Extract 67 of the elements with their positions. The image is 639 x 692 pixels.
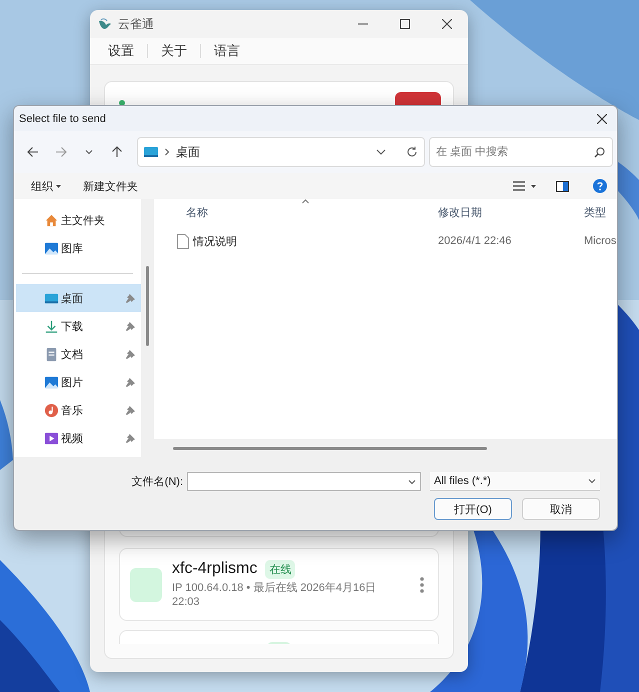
desktop-icon <box>144 146 158 158</box>
maximize-icon <box>400 19 410 29</box>
preview-pane-icon <box>556 180 569 192</box>
file-name[interactable]: 情况说明 <box>193 234 237 248</box>
file-icon <box>177 234 189 248</box>
toolbar-button[interactable]: 新建文件夹 <box>78 176 143 196</box>
sidebar-item[interactable]: 视频 <box>16 424 141 452</box>
search-field[interactable]: 在 桌面 中搜索 <box>429 137 613 167</box>
file-type: Micros <box>584 235 617 247</box>
sidebar-item[interactable]: 文档 <box>16 340 141 368</box>
dialog-button[interactable]: 取消 <box>522 498 600 520</box>
document-icon <box>44 346 59 362</box>
video-icon <box>44 430 59 446</box>
chevron-down-icon <box>588 477 596 485</box>
location-text: 桌面 <box>176 144 201 160</box>
scrollbar[interactable] <box>141 199 154 457</box>
menu-icon <box>513 181 525 191</box>
sidebar-item[interactable]: 图片 <box>16 368 141 396</box>
preview-pane-button[interactable] <box>556 180 569 192</box>
column-header[interactable]: 修改日期 <box>438 204 584 220</box>
device-details: IP 100.64.0.18 • 最后在线 2026年4月16日 22:03 <box>172 580 378 610</box>
device-name: xfc-4rplismc <box>172 560 258 578</box>
column-header[interactable]: 类型 <box>584 204 617 220</box>
filename-field[interactable] <box>187 472 421 491</box>
close-icon <box>597 114 607 124</box>
sidebar-item[interactable]: 主文件夹 <box>16 206 141 234</box>
refresh-icon[interactable] <box>406 146 418 158</box>
device-avatar <box>130 568 162 602</box>
dialog-button[interactable]: 打开(O) <box>434 498 512 520</box>
chevron-icon <box>164 148 170 156</box>
help-button[interactable] <box>593 179 607 193</box>
menu-item[interactable]: 设置 <box>104 42 138 60</box>
more-icon <box>418 576 426 594</box>
toolbar-button[interactable]: 组织 <box>26 176 66 196</box>
view-options-button[interactable] <box>531 184 536 188</box>
column-header[interactable]: 名称 <box>154 204 438 220</box>
address-bar[interactable]: 桌面 <box>137 137 425 167</box>
status-badge: 在线 <box>265 560 296 579</box>
bird-icon <box>98 17 112 31</box>
back-arrow-icon <box>27 146 39 158</box>
sidebar-item[interactable]: 桌面 <box>16 284 141 312</box>
sidebar-item[interactable]: 图库 <box>16 234 141 262</box>
sidebar-item[interactable]: 下载 <box>16 312 141 340</box>
filename-label: 文件名(N): <box>132 474 183 489</box>
picture-icon <box>44 374 59 390</box>
menu-item[interactable]: 关于 <box>157 42 191 60</box>
window-title: 云雀通 <box>118 16 155 32</box>
up-arrow-icon <box>111 146 123 158</box>
search-icon <box>594 147 605 158</box>
menu-item[interactable]: 语言 <box>210 42 244 60</box>
file-type-dropdown[interactable]: All files (*.*) <box>430 472 600 491</box>
caret-icon <box>531 184 536 188</box>
help-icon <box>593 179 607 193</box>
home-icon <box>44 212 59 228</box>
picture-icon <box>44 240 59 256</box>
music-icon <box>44 402 59 418</box>
sidebar-item[interactable]: 音乐 <box>16 396 141 424</box>
modified-date: 2026/4/1 22:46 <box>438 235 512 247</box>
chevron-down-icon <box>85 148 93 156</box>
view-button[interactable] <box>513 181 525 191</box>
close-icon <box>442 19 452 29</box>
download-icon <box>44 318 59 334</box>
forward-arrow-icon <box>55 146 67 158</box>
more-button[interactable] <box>418 576 426 594</box>
chevron-down-icon <box>408 478 416 486</box>
dropdown-icon[interactable] <box>376 148 386 156</box>
dialog-title: Select file to send <box>19 112 107 124</box>
